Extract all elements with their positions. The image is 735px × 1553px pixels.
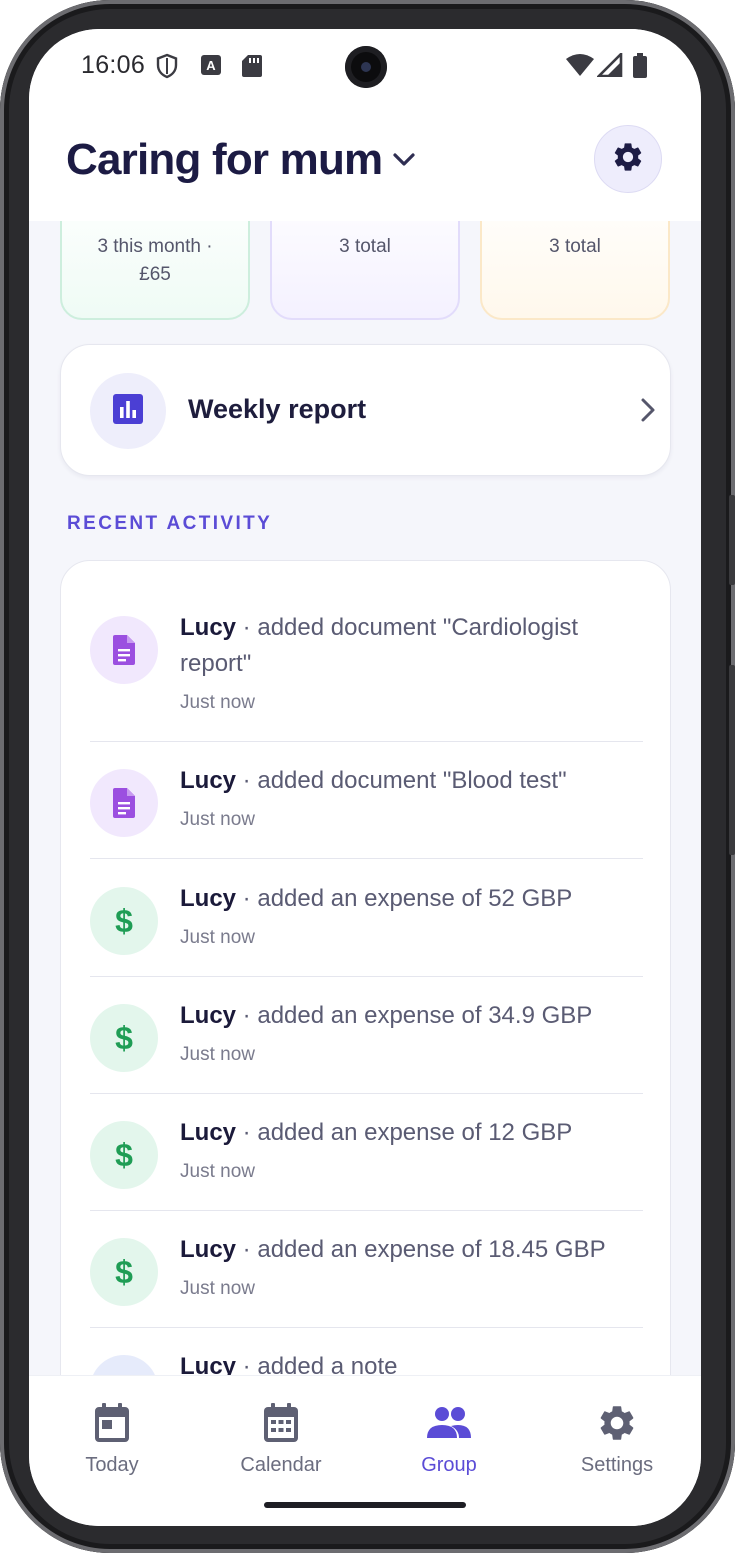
svg-text:$: $ (115, 1021, 133, 1055)
activity-action: · added document "Cardiologist report" (180, 614, 579, 677)
chevron-down-icon[interactable] (391, 151, 417, 174)
nav-label: Group (421, 1454, 477, 1476)
activity-item[interactable]: Lucy · added document "Blood test" Just … (90, 767, 643, 879)
activity-time: Just now (180, 927, 255, 948)
divider (90, 1093, 643, 1094)
status-time: 16:06 (81, 51, 146, 79)
divider (90, 976, 643, 977)
bar-chart-icon (112, 393, 144, 430)
nav-calendar[interactable]: Calendar (206, 1400, 356, 1477)
volume-button (729, 495, 735, 585)
activity-action: · added an expense of 18.45 GBP (236, 1236, 606, 1263)
activity-text: Lucy · added an expense of 12 GBP (180, 1115, 635, 1151)
summary-amount: £65 (139, 264, 171, 285)
activity-time: Just now (180, 809, 255, 830)
document-icon (90, 616, 158, 684)
recent-activity-heading: RECENT ACTIVITY (67, 513, 273, 534)
shield-icon (156, 53, 178, 84)
power-button (729, 665, 735, 855)
activity-item[interactable]: Lucy · added document "Cardiologist repo… (90, 614, 643, 776)
wifi-icon (565, 53, 595, 82)
divider (90, 1210, 643, 1211)
activity-action: · added an expense of 12 GBP (236, 1119, 573, 1146)
status-bar: 16:06 A (29, 29, 701, 109)
activity-actor: Lucy (180, 1002, 237, 1029)
activity-item[interactable]: $ Lucy · added an expense of 12 GBP Just… (90, 1119, 643, 1231)
activity-text: Lucy · added an expense of 34.9 GBP (180, 998, 635, 1034)
signal-icon (595, 50, 623, 82)
nav-group[interactable]: Group (374, 1400, 524, 1477)
nav-label: Settings (580, 1454, 654, 1476)
activity-actor: Lucy (180, 885, 237, 912)
activity-actor: Lucy (180, 1119, 237, 1146)
summary-text: 3 total (549, 236, 601, 257)
nav-label: Today (85, 1454, 139, 1476)
activity-text: Lucy · added document "Blood test" (180, 763, 635, 799)
activity-item[interactable]: $ Lucy · added an expense of 18.45 GBP J… (90, 1236, 643, 1348)
nav-label: Calendar (240, 1454, 322, 1476)
activity-action: · added an expense of 34.9 GBP (236, 1002, 593, 1029)
document-icon (90, 769, 158, 837)
weekly-report-label: Weekly report (188, 394, 367, 424)
svg-text:$: $ (115, 1255, 133, 1289)
app-header: Caring for mum (29, 109, 701, 221)
front-camera (345, 46, 387, 88)
activity-action: · added an expense of 52 GBP (236, 885, 573, 912)
sd-card-icon (241, 53, 263, 84)
dollar-icon: $ (90, 1121, 158, 1189)
activity-action: · added document "Blood test" (236, 767, 567, 794)
activity-item[interactable]: $ Lucy · added an expense of 52 GBP Just… (90, 885, 643, 997)
summary-text: 3 this month · (97, 236, 213, 257)
gear-icon (611, 140, 645, 179)
activity-time: Just now (180, 1278, 255, 1299)
divider (90, 741, 643, 742)
dollar-icon: $ (90, 1004, 158, 1072)
summary-text: 3 total (339, 236, 391, 257)
activity-actor: Lucy (180, 614, 237, 641)
dollar-icon: $ (90, 887, 158, 955)
activity-time: Just now (180, 1161, 255, 1182)
nav-settings[interactable]: Settings (542, 1400, 692, 1477)
dollar-icon: $ (90, 1238, 158, 1306)
activity-text: Lucy · added an expense of 52 GBP (180, 881, 635, 917)
activity-time: Just now (180, 1044, 255, 1065)
group-title[interactable]: Caring for mum (66, 135, 383, 185)
nav-today[interactable]: Today (37, 1400, 187, 1477)
bottom-nav: Today Calendar Group Settings (29, 1375, 701, 1526)
activity-actor: Lucy (180, 1236, 237, 1263)
activity-list: Lucy · added document "Cardiologist repo… (60, 560, 671, 1460)
divider (90, 858, 643, 859)
home-indicator[interactable] (264, 1502, 466, 1508)
calendar-month-icon (206, 1400, 356, 1446)
group-icon (374, 1400, 524, 1446)
weekly-report-button[interactable]: Weekly report (60, 344, 671, 476)
activity-actor: Lucy (180, 767, 237, 794)
screen: 16:06 A Caring for mum 3 this month · £6… (29, 29, 701, 1526)
activity-text: Lucy · added an expense of 18.45 GBP (180, 1232, 635, 1268)
report-icon-badge (90, 373, 166, 449)
svg-text:$: $ (115, 1138, 133, 1172)
group-settings-button[interactable] (594, 125, 662, 193)
divider (90, 1327, 643, 1328)
chevron-right-icon (639, 397, 657, 428)
activity-time: Just now (180, 692, 255, 713)
calendar-today-icon (37, 1400, 187, 1446)
battery-icon (632, 53, 648, 84)
activity-item[interactable]: $ Lucy · added an expense of 34.9 GBP Ju… (90, 1002, 643, 1114)
svg-text:A: A (206, 58, 216, 73)
activity-text: Lucy · added document "Cardiologist repo… (180, 610, 635, 682)
a-box-icon: A (200, 53, 222, 82)
svg-text:$: $ (115, 904, 133, 938)
gear-icon (542, 1400, 692, 1446)
